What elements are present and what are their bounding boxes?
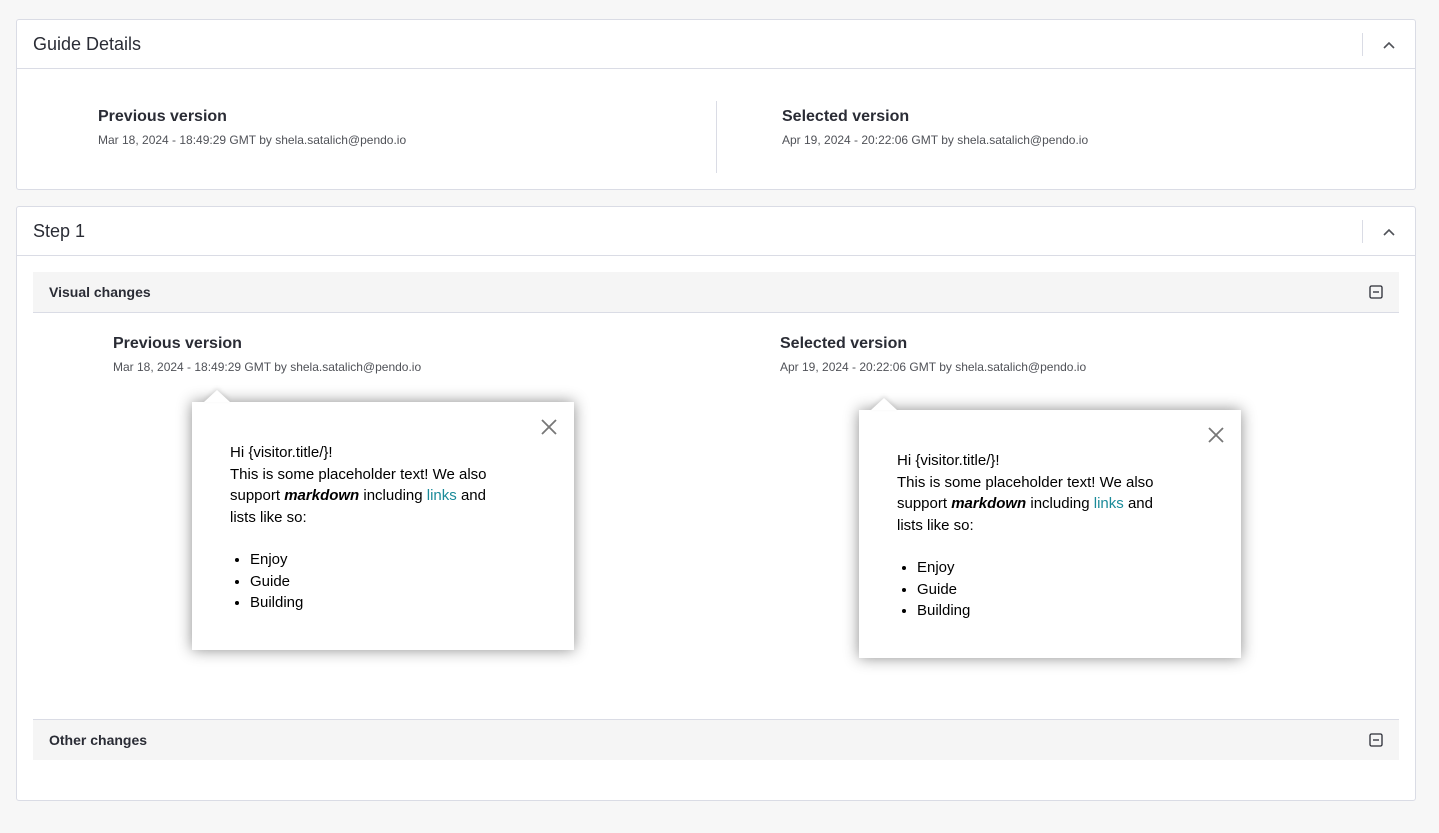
guide-details-title: Guide Details [33,33,142,54]
visual-previous-version-info: Previous version Mar 18, 2024 - 18:49:29… [113,335,421,374]
header-divider [1362,220,1363,243]
guide-greeting: Hi {visitor.title/}! [897,452,1000,469]
selected-guide-preview: Hi {visitor.title/}! This is some placeh… [859,398,1241,658]
visual-selected-version-info: Selected version Apr 19, 2024 - 20:22:06… [780,335,1086,374]
chevron-up-icon [1383,41,1395,49]
text: support [897,495,952,512]
previous-version-info: Previous version Mar 18, 2024 - 18:49:29… [98,108,406,147]
text: including [1026,495,1094,512]
guide-close-button[interactable] [1207,426,1225,444]
text: and [456,487,486,504]
markdown-text: markdown [951,495,1027,512]
guide-list: Enjoy Guide Building [897,557,1211,622]
minus-square-icon [1369,285,1383,299]
visual-changes-title: Visual changes [49,284,151,300]
text: including [359,487,427,504]
visual-selected-version-title: Selected version [780,335,908,352]
list-item: Enjoy [917,557,1211,579]
visual-previous-version-title: Previous version [113,335,242,352]
selected-version-meta: Apr 19, 2024 - 20:22:06 GMT by shela.sat… [782,133,1089,147]
tooltip-caret [871,398,897,410]
list-item: Building [917,600,1211,622]
guide-details-versions: Previous version Mar 18, 2024 - 18:49:29… [17,69,1415,190]
guide-details-collapse-button[interactable] [1373,32,1405,57]
visual-changes-header[interactable]: Visual changes [33,272,1399,313]
guide-line: support markdown including links and [230,485,544,507]
markdown-text: markdown [284,487,360,504]
visual-previous-version-meta: Mar 18, 2024 - 18:49:29 GMT by shela.sat… [113,360,422,374]
minus-square-icon [1369,733,1383,747]
step-card: Step 1 Visual changes Previous version M… [16,206,1416,801]
guide-line: lists like so: [897,516,974,534]
header-divider [1362,33,1363,56]
guide-details-header: Guide Details [17,20,1415,69]
other-changes-header[interactable]: Other changes [33,719,1399,760]
previous-guide-preview: Hi {visitor.title/}! This is some placeh… [192,390,574,650]
other-changes-toggle-button[interactable] [1369,733,1383,747]
guide-link[interactable]: links [1094,495,1124,512]
guide-greeting: Hi {visitor.title/}! [230,444,333,461]
close-icon [541,419,557,435]
guide-body: Hi {visitor.title/}! This is some placeh… [230,442,544,614]
list-item: Guide [917,579,1211,601]
guide-body: Hi {visitor.title/}! This is some placeh… [897,450,1211,622]
visual-selected-version-meta: Apr 19, 2024 - 20:22:06 GMT by shela.sat… [780,360,1087,374]
step-collapse-button[interactable] [1373,219,1405,244]
list-item: Enjoy [250,549,544,571]
other-changes-title: Other changes [49,732,148,748]
text: support [230,487,285,504]
guide-line: This is some placeholder text! We also [897,473,1154,491]
text: and [1123,495,1153,512]
previous-version-title: Previous version [98,108,227,125]
list-item: Guide [250,571,544,593]
step-header: Step 1 [17,207,1415,256]
guide-link[interactable]: links [427,487,457,504]
tooltip-caret [204,390,230,402]
guide-line: support markdown including links and [897,493,1211,515]
guide-line: lists like so: [230,508,307,526]
chevron-up-icon [1383,228,1395,236]
selected-version-title: Selected version [782,108,910,125]
step-title: Step 1 [33,220,86,241]
guide-close-button[interactable] [540,418,558,436]
guide-line: This is some placeholder text! We also [230,465,487,483]
list-item: Building [250,592,544,614]
selected-version-info: Selected version Apr 19, 2024 - 20:22:06… [782,108,1088,147]
guide-list: Enjoy Guide Building [230,549,544,614]
guide-details-card: Guide Details Previous version Mar 18, 2… [16,19,1416,190]
version-divider [716,101,717,173]
visual-changes-toggle-button[interactable] [1369,285,1383,299]
close-icon [1208,427,1224,443]
previous-version-meta: Mar 18, 2024 - 18:49:29 GMT by shela.sat… [98,133,407,147]
